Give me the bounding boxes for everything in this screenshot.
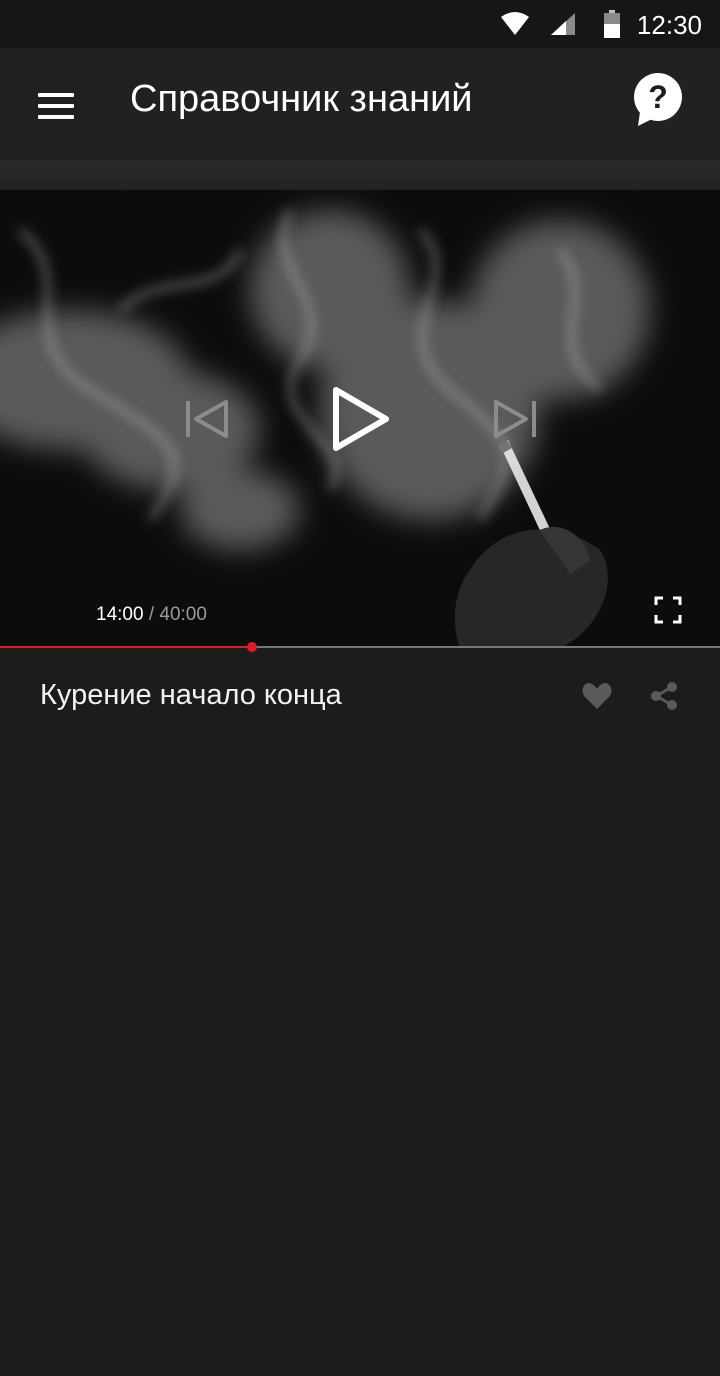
playback-time: 14:00 / 40:00 [96, 603, 207, 627]
app-bar: Справочник знаний ? [0, 48, 720, 160]
time-separator: / [143, 604, 160, 625]
progress-thumb[interactable] [247, 642, 257, 652]
skip-previous-icon[interactable] [184, 398, 230, 440]
progress-bar[interactable] [0, 642, 720, 652]
battery-icon [604, 10, 620, 38]
help-bubble-icon[interactable]: ? [630, 72, 686, 128]
page-title: Справочник знаний [130, 78, 473, 120]
status-time: 12:30 [636, 10, 702, 40]
fullscreen-icon[interactable] [654, 596, 682, 624]
status-bar: 12:30 [0, 0, 720, 48]
share-icon[interactable] [650, 681, 678, 711]
wifi-icon [501, 12, 529, 35]
signal-icon [551, 13, 575, 35]
app-bar-shadow [0, 160, 720, 190]
skip-next-icon[interactable] [492, 398, 538, 440]
svg-text:?: ? [648, 79, 668, 115]
hamburger-menu-icon[interactable] [38, 93, 74, 119]
video-title: Курение начало конца [40, 679, 342, 711]
heart-icon[interactable] [582, 682, 612, 710]
play-icon[interactable] [330, 386, 390, 452]
current-time: 14:00 [96, 604, 144, 625]
video-player[interactable] [0, 190, 720, 648]
progress-fill [0, 646, 252, 648]
total-time: 40:00 [159, 604, 207, 625]
